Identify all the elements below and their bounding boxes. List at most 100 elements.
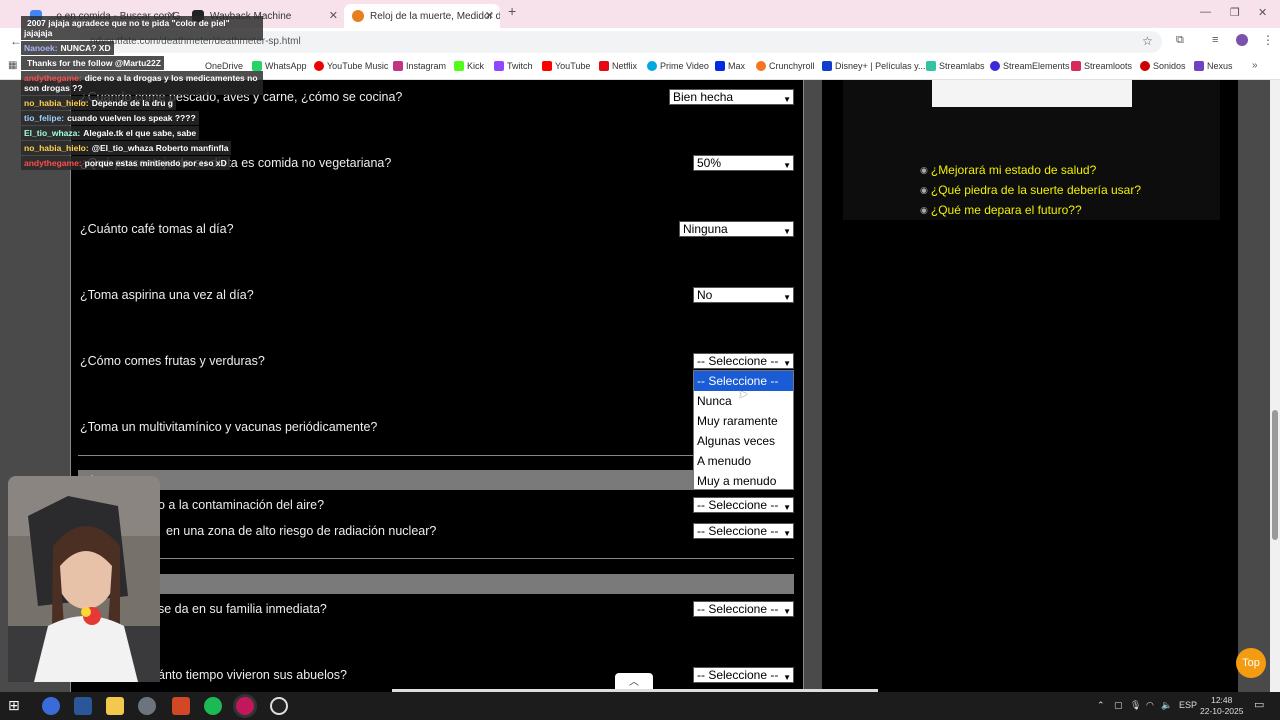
select-air-pollution[interactable]: -- Seleccione -- ▼ xyxy=(693,497,794,513)
chat-message: tio_felipe: cuando vuelven los speak ???? xyxy=(21,111,199,125)
sidebar-link-health[interactable]: ◉ ¿Mejorará mi estado de salud? xyxy=(920,163,1096,177)
extensions-icon[interactable]: ⧉ xyxy=(1176,34,1184,47)
streamloots-icon xyxy=(1071,61,1081,71)
powerpoint-icon[interactable] xyxy=(172,697,190,715)
select-family[interactable]: -- Seleccione -- ▼ xyxy=(693,601,794,617)
question-family: se da en su familia inmediata? xyxy=(158,602,327,616)
youtube-icon xyxy=(542,61,552,71)
question-fruits: ¿Cómo comes frutas y verduras? xyxy=(80,354,265,368)
select-nonveg[interactable]: 50% ▼ xyxy=(693,155,794,171)
tab-deathmeter[interactable]: Reloj de la muerte, Medidor de ✕ xyxy=(344,4,500,28)
new-tab-button[interactable]: + xyxy=(508,3,516,19)
back-to-top-button[interactable]: Top xyxy=(1236,648,1266,678)
question-aspirin: ¿Toma aspirina una vez al día? xyxy=(80,288,254,302)
webcam-overlay xyxy=(8,476,160,682)
chat-message: andythegame: porque estas mintiendo por e… xyxy=(21,156,230,170)
star-icon[interactable]: ☆ xyxy=(1142,34,1153,48)
wifi-icon[interactable]: ◠ xyxy=(1146,700,1154,711)
windows-taskbar: ⊞ ⌃ ▢ 🎙 ◠ 🔈 ESP 12:48 22-10-2025 ▭ xyxy=(0,692,1280,720)
bookmark-streamelements[interactable]: StreamElements xyxy=(990,61,1070,71)
bookmark-streamlabs[interactable]: Streamlabs xyxy=(926,61,985,71)
clock-date: 22-10-2025 xyxy=(1200,706,1244,716)
option-sometimes[interactable]: Algunas veces xyxy=(694,431,793,451)
maximize-button[interactable]: ❐ xyxy=(1230,6,1240,19)
settings-app-icon[interactable] xyxy=(138,697,156,715)
nexus-icon xyxy=(1194,61,1204,71)
chat-message: 2007 jajaja agradece que no te pida "col… xyxy=(21,16,263,40)
clock[interactable]: 12:48 22-10-2025 xyxy=(1200,695,1243,717)
word-icon[interactable] xyxy=(74,697,92,715)
file-explorer-icon[interactable] xyxy=(106,697,124,715)
media-icon[interactable]: ≡ xyxy=(1212,34,1218,46)
sidebar-link-stone[interactable]: ◉ ¿Qué piedra de la suerte debería usar? xyxy=(920,183,1141,197)
bookmark-youtube-music[interactable]: YouTube Music xyxy=(314,61,388,71)
chevron-down-icon: ▼ xyxy=(783,95,791,104)
windows-start-icon[interactable]: ⊞ xyxy=(8,697,26,715)
bookmark-netflix[interactable]: Netflix xyxy=(599,61,637,71)
microphone-icon[interactable]: 🎙 xyxy=(1130,700,1141,711)
select-coffee[interactable]: Ninguna ▼ xyxy=(679,221,794,237)
mouse-cursor-icon: ➤ xyxy=(738,387,749,401)
disney-icon xyxy=(822,61,832,71)
select-fruits[interactable]: -- Seleccione -- ▼ xyxy=(693,353,794,369)
sidebar-link-future[interactable]: ◉ ¿Qué me depara el futuro?? xyxy=(920,203,1082,217)
sidebar-image xyxy=(932,80,1132,107)
section-header-environment: nte xyxy=(78,470,794,490)
scrollbar-thumb[interactable] xyxy=(1272,410,1278,540)
youtube-music-icon xyxy=(314,61,324,71)
minimize-button[interactable]: — xyxy=(1200,6,1211,18)
divider xyxy=(78,455,794,456)
select-cooking[interactable]: Bien hecha ▼ xyxy=(669,89,794,105)
chevron-down-icon: ▼ xyxy=(783,161,791,170)
copilot-icon[interactable] xyxy=(42,697,60,715)
chrome-icon[interactable] xyxy=(236,697,254,715)
streamlabs-icon xyxy=(926,61,936,71)
select-grandparents[interactable]: -- Seleccione -- ▼ xyxy=(693,667,794,683)
divider xyxy=(78,558,794,559)
bookmark-kick[interactable]: Kick xyxy=(454,61,484,71)
bookmark-disney[interactable]: Disney+ | Películas y... xyxy=(822,61,925,71)
bullet-icon: ◉ xyxy=(920,164,928,175)
question-vitamins: ¿Toma un multivitamínico y vacunas perió… xyxy=(80,420,378,434)
profile-avatar[interactable] xyxy=(1236,34,1248,46)
bookmark-max[interactable]: Max xyxy=(715,61,745,71)
option-very-rarely[interactable]: Muy raramente xyxy=(694,411,793,431)
chat-message: El_tio_whaza: Alegale.tk el que sabe, sab… xyxy=(21,126,200,140)
select-aspirin[interactable]: No ▼ xyxy=(693,287,794,303)
menu-icon[interactable]: ⋮ xyxy=(1262,33,1274,47)
tray-chevron-icon[interactable]: ⌃ xyxy=(1097,700,1105,711)
apps-icon[interactable]: ▦ xyxy=(8,60,17,71)
volume-icon[interactable]: 🔈 xyxy=(1161,700,1172,711)
bookmark-twitch[interactable]: Twitch xyxy=(494,61,533,71)
netflix-icon xyxy=(599,61,609,71)
twitch-icon xyxy=(494,61,504,71)
vertical-scrollbar[interactable] xyxy=(1270,80,1280,692)
bookmark-sonidos[interactable]: Sonidos xyxy=(1140,61,1186,71)
obs-icon[interactable] xyxy=(270,697,288,715)
bookmark-instagram[interactable]: Instagram xyxy=(393,61,446,71)
bookmark-crunchyroll[interactable]: Crunchyroll xyxy=(756,61,815,71)
option-often[interactable]: A menudo xyxy=(694,451,793,471)
sonidos-icon xyxy=(1140,61,1150,71)
bookmark-youtube[interactable]: YouTube xyxy=(542,61,590,71)
tray-app-icon[interactable]: ▢ xyxy=(1114,700,1123,711)
select-radiation[interactable]: -- Seleccione -- ▼ xyxy=(693,523,794,539)
close-window-button[interactable]: ✕ xyxy=(1258,6,1267,19)
bullet-icon: ◉ xyxy=(920,184,928,195)
close-icon[interactable]: ✕ xyxy=(485,9,494,22)
language-indicator[interactable]: ESP xyxy=(1179,700,1197,710)
bookmark-prime-video[interactable]: Prime Video xyxy=(647,61,709,71)
more-bookmarks-icon[interactable]: » xyxy=(1252,60,1258,71)
chat-message: Nanoek: NUNCA? XD xyxy=(21,41,114,55)
question-grandparents: ánto tiempo vivieron sus abuelos? xyxy=(158,668,348,682)
spotify-icon[interactable] xyxy=(204,697,222,715)
chevron-down-icon: ▼ xyxy=(783,359,791,368)
option-very-often[interactable]: Muy a menudo xyxy=(694,471,793,491)
close-icon[interactable]: ✕ xyxy=(329,9,338,22)
chevron-down-icon: ▼ xyxy=(783,607,791,616)
notifications-icon[interactable]: ▭ xyxy=(1254,698,1264,711)
max-icon xyxy=(715,61,725,71)
bookmark-nexus[interactable]: Nexus xyxy=(1194,61,1233,71)
bookmark-streamloots[interactable]: Streamloots xyxy=(1071,61,1132,71)
bullet-icon: ◉ xyxy=(920,204,928,215)
